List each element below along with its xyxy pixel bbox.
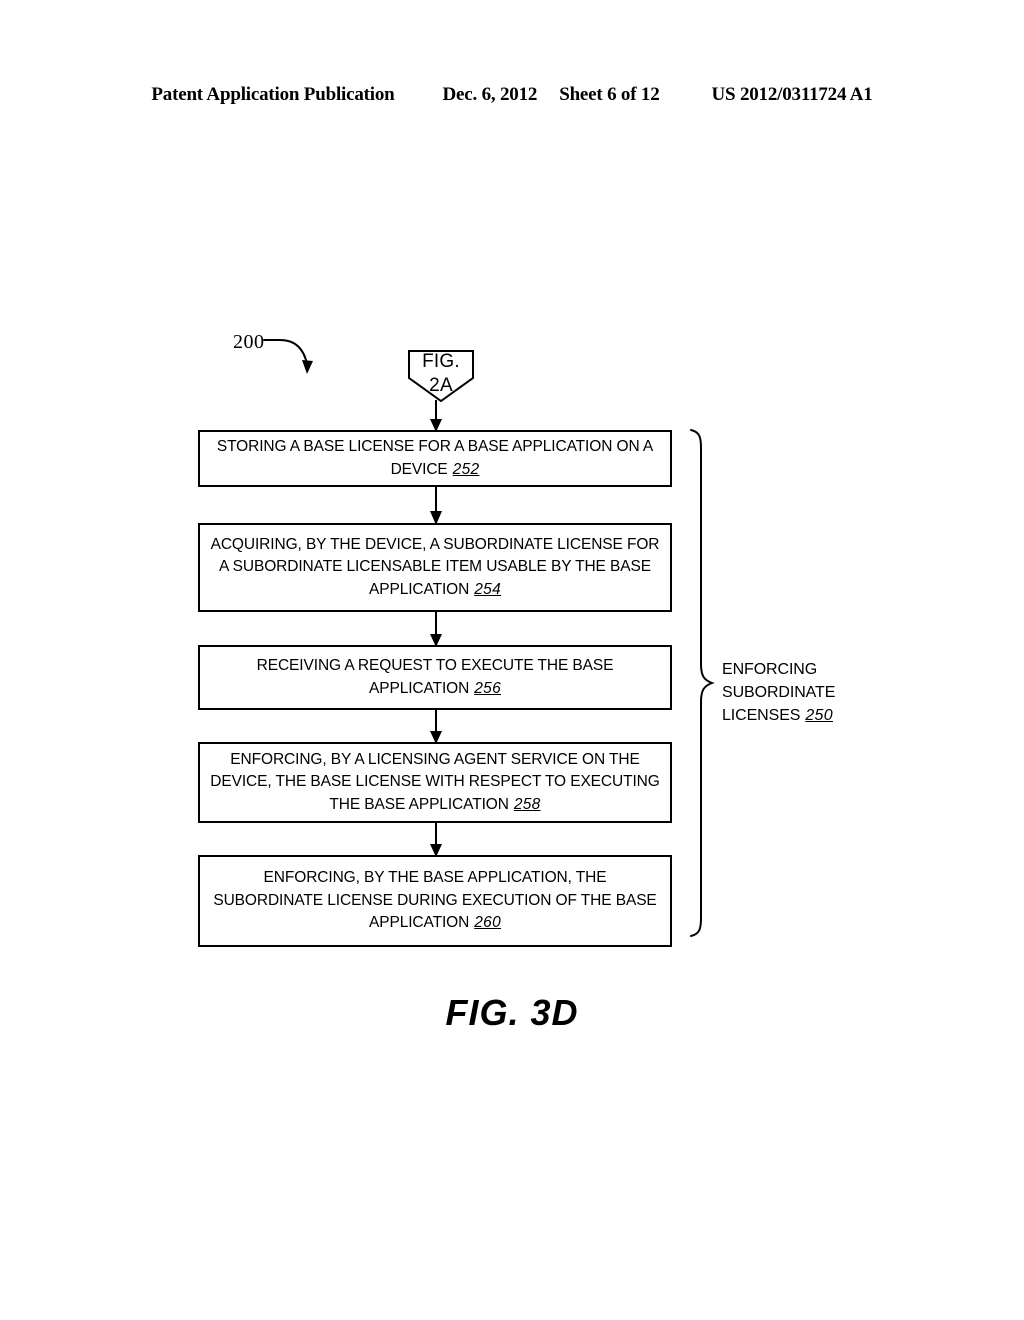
process-step-254: ACQUIRING, BY THE DEVICE, A SUBORDINATE …	[198, 523, 672, 612]
step-256-ref: 256	[474, 679, 501, 697]
grouping-brace-icon	[690, 429, 715, 937]
flow-arrow-256-to-258	[430, 709, 442, 744]
brace-label-line3-wrapper: LICENSES 250	[722, 704, 835, 727]
process-step-256: RECEIVING A REQUEST TO EXECUTE THE BASE …	[198, 645, 672, 710]
step-260-ref: 260	[474, 914, 501, 932]
flowchart-diagram: 200 FIG. 2A STORING A BASE LICENSE FOR A…	[0, 0, 1024, 1320]
step-256-label: RECEIVING A REQUEST TO EXECUTE THE BASE …	[256, 657, 614, 697]
process-step-260: ENFORCING, BY THE BASE APPLICATION, THE …	[198, 855, 672, 947]
process-step-258: ENFORCING, BY A LICENSING AGENT SERVICE …	[198, 742, 672, 823]
offpage-connector-label: FIG. 2A	[406, 350, 476, 398]
process-step-252-text: STORING A BASE LICENSE FOR A BASE APPLIC…	[200, 436, 670, 481]
brace-label-line1: ENFORCING	[722, 661, 818, 678]
reference-leader-arrow-icon	[263, 339, 313, 374]
flow-arrow-connector-to-step-252	[430, 400, 442, 432]
diagram-reference-numeral: 200	[233, 331, 265, 353]
step-258-ref: 258	[513, 795, 541, 813]
process-step-252: STORING A BASE LICENSE FOR A BASE APPLIC…	[198, 430, 672, 487]
flow-arrow-254-to-256	[430, 611, 442, 647]
step-252-ref: 252	[452, 460, 480, 478]
brace-label-line3: LICENSES	[722, 707, 801, 724]
figure-caption: FIG. 3D	[445, 992, 579, 1033]
grouping-brace-label: ENFORCING SUBORDINATE LICENSES 250	[722, 658, 835, 727]
flow-arrow-258-to-260	[430, 822, 442, 857]
process-step-260-text: ENFORCING, BY THE BASE APPLICATION, THE …	[200, 867, 670, 935]
connector-label-line1: FIG.	[422, 351, 460, 372]
brace-label-line2: SUBORDINATE	[722, 684, 836, 701]
process-step-254-text: ACQUIRING, BY THE DEVICE, A SUBORDINATE …	[200, 534, 670, 602]
process-step-256-text: RECEIVING A REQUEST TO EXECUTE THE BASE …	[200, 655, 670, 700]
process-step-258-text: ENFORCING, BY A LICENSING AGENT SERVICE …	[200, 749, 670, 817]
connector-label-line2: 2A	[429, 375, 453, 396]
brace-label-ref: 250	[805, 707, 833, 724]
step-254-ref: 254	[474, 580, 501, 598]
flow-arrow-252-to-254	[430, 486, 442, 525]
step-258-label: ENFORCING, BY A LICENSING AGENT SERVICE …	[210, 750, 660, 813]
step-260-label: ENFORCING, BY THE BASE APPLICATION, THE …	[213, 869, 657, 932]
step-252-label: STORING A BASE LICENSE FOR A BASE APPLIC…	[216, 438, 654, 478]
step-254-label: ACQUIRING, BY THE DEVICE, A SUBORDINATE …	[210, 535, 660, 598]
